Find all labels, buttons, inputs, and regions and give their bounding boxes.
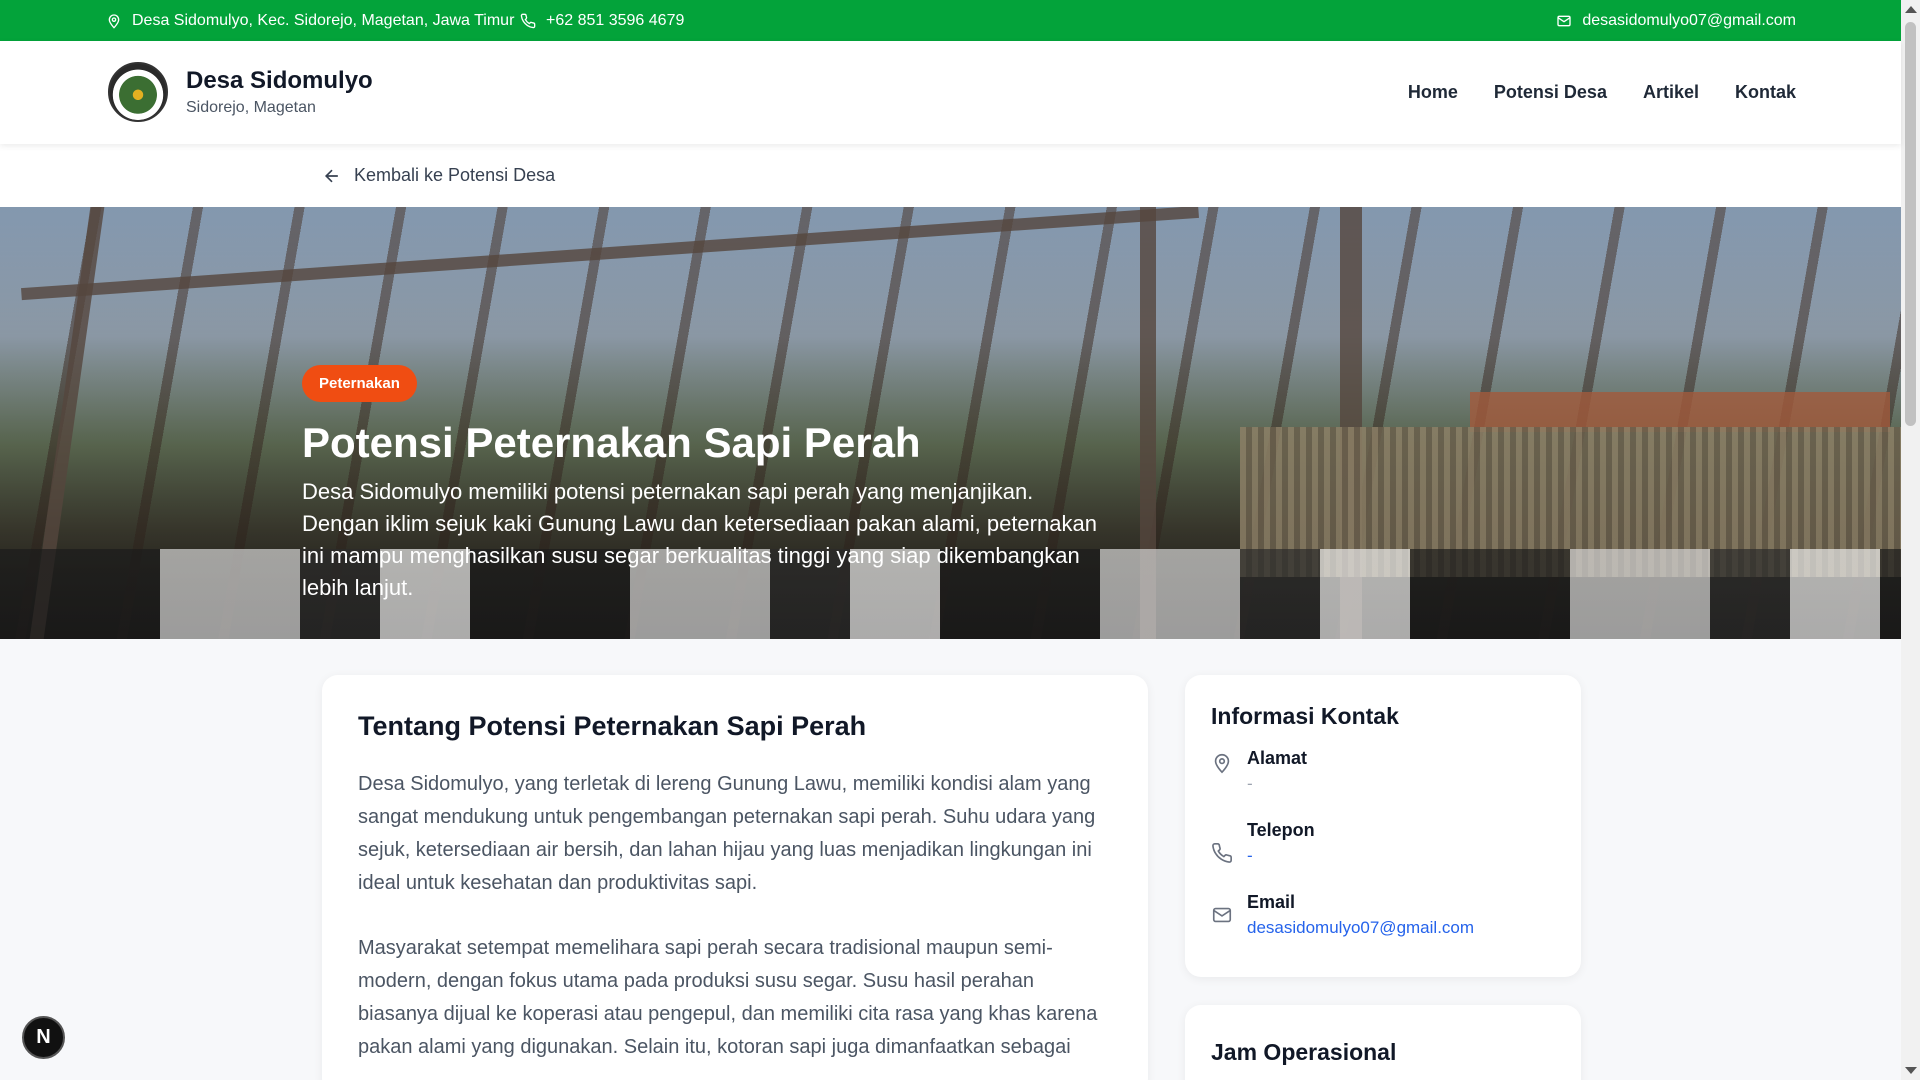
category-badge: Peternakan [302,365,417,402]
topbar-address-text: Desa Sidomulyo, Kec. Sidorejo, Magetan, … [132,11,515,29]
nav-potensi-desa[interactable]: Potensi Desa [1494,82,1607,103]
hero-roofs [1470,392,1890,432]
contact-info-title: Informasi Kontak [1211,703,1399,729]
about-paragraph: Desa Sidomulyo, yang terletak di lereng … [358,773,1096,894]
dev-tools-button[interactable]: N [22,1016,65,1059]
hero-description: Desa Sidomulyo memiliki potensi peternak… [302,479,1097,600]
map-pin-icon [108,13,120,29]
operating-hours-title: Jam Operasional [1211,1039,1397,1065]
village-logo[interactable] [108,62,168,122]
hero-beam [21,207,1199,301]
map-pin-icon [1214,753,1230,774]
site-header: Desa Sidomulyo Sidorejo, Magetan Home Po… [0,41,1901,144]
contact-address: Alamat - [1211,748,1555,794]
hero-title: Potensi Peternakan Sapi Perah [302,419,921,466]
back-bar: Kembali ke Potensi Desa [0,144,1901,207]
scroll-thumb[interactable] [1905,22,1916,426]
phone-label: Telepon [1247,820,1315,840]
topbar-phone-text: +62 851 3596 4679 [546,11,685,29]
address-value: - [1247,774,1253,793]
phone-link[interactable]: - [1247,846,1315,866]
arrow-left-icon [324,169,338,182]
address-label: Alamat [1247,748,1308,768]
scroll-up-arrow[interactable] [1905,6,1917,13]
mail-icon [1557,15,1571,26]
phone-icon [520,13,536,28]
nav-kontak[interactable]: Kontak [1735,82,1796,103]
topbar-address: Desa Sidomulyo, Kec. Sidorejo, Magetan, … [106,0,514,41]
nav-home[interactable]: Home [1408,82,1458,103]
operating-hours-card: Jam Operasional [1185,1005,1581,1080]
page-scrollbar[interactable] [1901,0,1920,1080]
phone-icon [1212,843,1232,863]
mail-icon [1212,907,1232,923]
hero-banner: Peternakan Potensi Peternakan Sapi Perah… [0,207,1901,639]
about-paragraph: Masyarakat setempat memelihara sapi pera… [358,937,1098,1058]
topbar-phone[interactable]: +62 851 3596 4679 [520,0,684,41]
about-heading: Tentang Potensi Peternakan Sapi Perah [358,711,867,741]
topbar-email[interactable]: desasidomulyo07@gmail.com [1556,0,1796,41]
contact-info-card: Informasi Kontak Alamat - Telepon - Emai… [1185,675,1581,977]
contact-phone: Telepon - [1211,820,1555,866]
site-title[interactable]: Desa Sidomulyo [186,67,373,95]
nav-artikel[interactable]: Artikel [1643,82,1699,103]
site-subtitle: Sidorejo, Magetan [186,99,316,116]
top-info-bar: Desa Sidomulyo, Kec. Sidorejo, Magetan, … [0,0,1901,41]
back-link[interactable]: Kembali ke Potensi Desa [322,144,555,207]
contact-email: Email desasidomulyo07@gmail.com [1211,892,1555,938]
email-link[interactable]: desasidomulyo07@gmail.com [1247,918,1474,938]
hero-content: Peternakan Potensi Peternakan Sapi Perah… [302,365,1102,604]
email-label: Email [1247,892,1296,912]
main-nav: Home Potensi Desa Artikel Kontak [1408,41,1796,144]
scroll-down-arrow[interactable] [1905,1067,1917,1074]
back-link-label: Kembali ke Potensi Desa [354,165,556,185]
topbar-email-text: desasidomulyo07@gmail.com [1582,11,1796,29]
about-card: Tentang Potensi Peternakan Sapi Perah De… [322,675,1148,1080]
